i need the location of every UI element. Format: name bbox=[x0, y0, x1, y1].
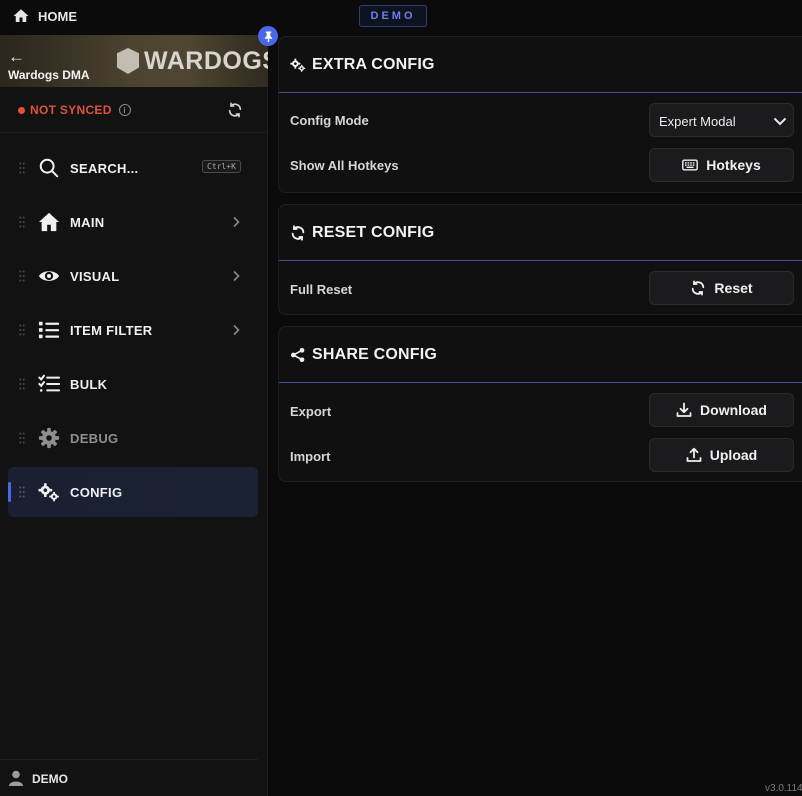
card-header: RESET CONFIG bbox=[279, 205, 802, 261]
chevron-down-icon bbox=[773, 117, 787, 126]
config-mode-label: Config Mode bbox=[290, 113, 369, 128]
import-row: Import Upload bbox=[279, 434, 802, 479]
upload-button-label: Upload bbox=[709, 447, 758, 463]
extra-config-card: EXTRA CONFIG Config Mode Expert Modal Sh… bbox=[278, 36, 802, 193]
chevron-right-icon bbox=[233, 324, 240, 336]
export-label: Export bbox=[290, 404, 332, 419]
pin-button[interactable] bbox=[258, 26, 278, 46]
search-icon bbox=[38, 157, 60, 179]
wardogs-logo-text: WARDOGS bbox=[144, 47, 268, 75]
user-icon bbox=[9, 770, 23, 786]
home-label: HOME bbox=[38, 8, 77, 24]
card-title: RESET CONFIG bbox=[312, 223, 435, 241]
user-name: DEMO bbox=[32, 772, 68, 786]
app-banner: WARDOGS ← Wardogs DMA bbox=[0, 35, 268, 87]
config-mode-select[interactable]: Expert Modal bbox=[649, 103, 794, 137]
top-bar: HOME DEMO bbox=[0, 0, 802, 34]
refresh-icon[interactable] bbox=[227, 102, 243, 118]
download-button-label: Download bbox=[700, 402, 767, 418]
share-config-card: SHARE CONFIG Export Download Import Uplo… bbox=[278, 326, 802, 482]
card-title: EXTRA CONFIG bbox=[312, 55, 435, 73]
sidebar-item-item-filter[interactable]: ITEM FILTER bbox=[0, 303, 268, 357]
reset-button-label: Reset bbox=[714, 280, 753, 296]
refresh-icon bbox=[692, 280, 705, 296]
sidebar-item-label: DEBUG bbox=[70, 430, 119, 446]
sidebar-item-visual[interactable]: VISUAL bbox=[0, 249, 268, 303]
chevron-right-icon bbox=[233, 270, 240, 282]
status-dot-icon bbox=[18, 106, 25, 114]
active-indicator bbox=[8, 482, 11, 502]
card-title: SHARE CONFIG bbox=[312, 345, 438, 363]
sidebar-item-main[interactable]: MAIN bbox=[0, 195, 268, 249]
hotkeys-label: Show All Hotkeys bbox=[290, 158, 399, 173]
list-icon bbox=[38, 319, 60, 341]
sidebar-item-search[interactable]: SEARCH... Ctrl+K bbox=[0, 141, 268, 195]
refresh-icon bbox=[290, 224, 306, 241]
upload-icon bbox=[686, 447, 702, 462]
config-mode-row: Config Mode Expert Modal bbox=[279, 98, 802, 143]
card-header: SHARE CONFIG bbox=[279, 327, 802, 383]
sidebar-item-label: CONFIG bbox=[70, 484, 123, 500]
gears-icon bbox=[290, 57, 306, 73]
reset-button[interactable]: Reset bbox=[649, 271, 794, 305]
sidebar-nav: SEARCH... Ctrl+K MAIN VISUAL ITEM FILTER… bbox=[0, 141, 268, 519]
version-label: v3.0.114 bbox=[765, 783, 802, 794]
hotkeys-button-label: Hotkeys bbox=[706, 157, 761, 173]
demo-badge: DEMO bbox=[359, 5, 427, 27]
hotkeys-row: Show All Hotkeys Hotkeys bbox=[279, 143, 802, 188]
import-label: Import bbox=[290, 449, 331, 464]
eye-icon bbox=[38, 265, 60, 287]
export-row: Export Download bbox=[279, 389, 802, 434]
sidebar-item-label: BULK bbox=[70, 376, 108, 392]
pin-icon bbox=[264, 30, 272, 42]
user-row[interactable]: DEMO bbox=[0, 759, 258, 796]
sidebar: WARDOGS ← Wardogs DMA NOT SYNCED i SEARC… bbox=[0, 35, 268, 796]
config-mode-value: Expert Modal bbox=[659, 114, 736, 129]
full-reset-label: Full Reset bbox=[290, 282, 353, 297]
reset-config-card: RESET CONFIG Full Reset Reset bbox=[278, 204, 802, 315]
sidebar-item-config[interactable]: CONFIG bbox=[0, 465, 268, 519]
sync-status: NOT SYNCED i bbox=[18, 103, 131, 117]
drag-handle-icon[interactable] bbox=[19, 324, 25, 336]
drag-handle-icon[interactable] bbox=[19, 486, 25, 498]
sidebar-item-bulk[interactable]: BULK bbox=[0, 357, 268, 411]
card-header: EXTRA CONFIG bbox=[279, 37, 802, 93]
full-reset-row: Full Reset Reset bbox=[279, 267, 802, 312]
app-name: Wardogs DMA bbox=[8, 68, 90, 82]
sync-row: NOT SYNCED i bbox=[0, 87, 268, 133]
sidebar-item-label: SEARCH... bbox=[70, 160, 139, 176]
chevron-right-icon bbox=[233, 216, 240, 228]
share-icon bbox=[290, 347, 306, 363]
gears-icon bbox=[38, 481, 60, 503]
keyboard-icon bbox=[682, 159, 699, 171]
home-link[interactable]: HOME bbox=[12, 7, 77, 25]
checklist-icon bbox=[38, 373, 60, 395]
home-icon bbox=[13, 9, 29, 22]
gear-icon bbox=[38, 427, 60, 449]
upload-button[interactable]: Upload bbox=[649, 438, 794, 472]
drag-handle-icon[interactable] bbox=[19, 216, 25, 228]
hotkeys-button[interactable]: Hotkeys bbox=[649, 148, 794, 182]
sidebar-item-debug[interactable]: DEBUG bbox=[0, 411, 268, 465]
drag-handle-icon[interactable] bbox=[19, 162, 25, 174]
download-button[interactable]: Download bbox=[649, 393, 794, 427]
drag-handle-icon[interactable] bbox=[19, 270, 25, 282]
shortcut-hint: Ctrl+K bbox=[202, 160, 241, 173]
sidebar-item-label: ITEM FILTER bbox=[70, 322, 153, 338]
info-icon[interactable]: i bbox=[118, 104, 131, 116]
home-icon bbox=[38, 211, 60, 233]
sidebar-item-label: MAIN bbox=[70, 214, 105, 230]
drag-handle-icon[interactable] bbox=[19, 432, 25, 444]
drag-handle-icon[interactable] bbox=[19, 378, 25, 390]
sidebar-item-label: VISUAL bbox=[70, 268, 120, 284]
back-arrow-icon[interactable]: ← bbox=[8, 48, 25, 65]
sync-status-text: NOT SYNCED bbox=[30, 103, 112, 117]
download-icon bbox=[676, 402, 692, 417]
